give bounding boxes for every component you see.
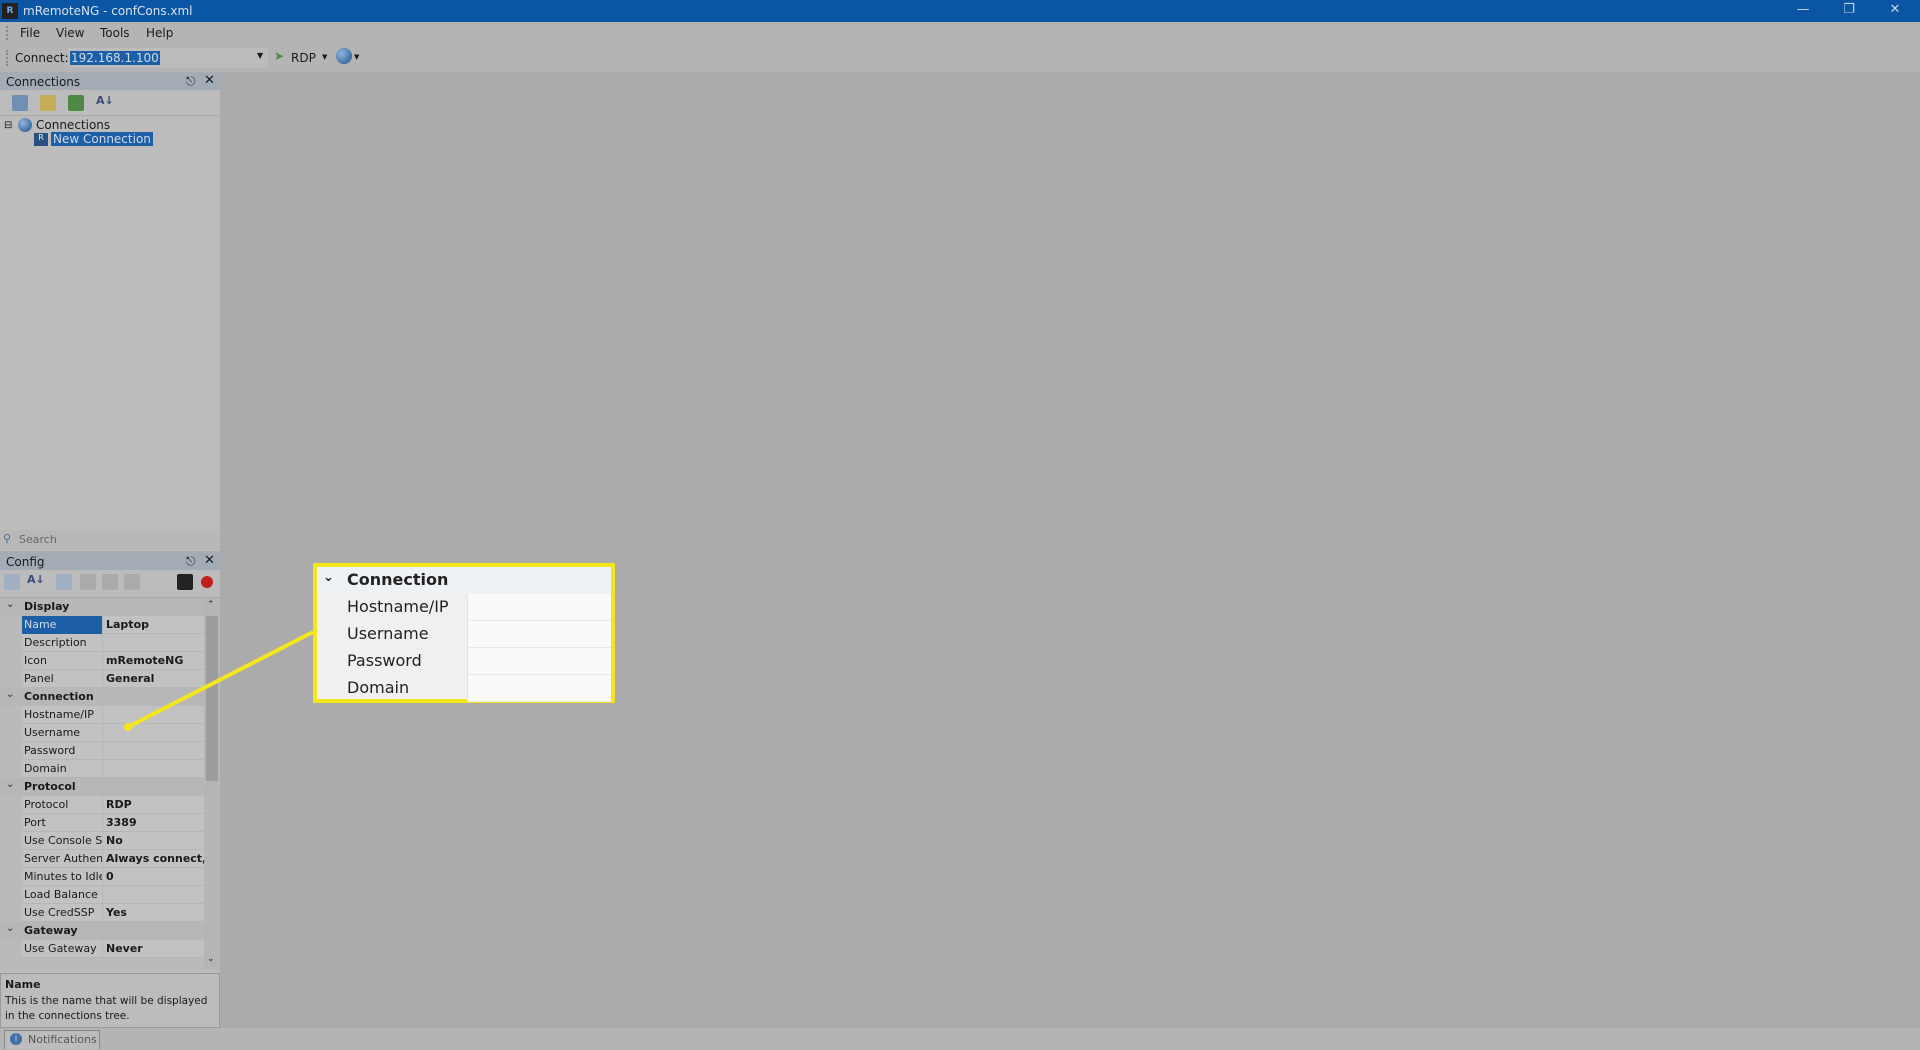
callout-label: Hostname/IP <box>347 597 449 616</box>
callout-category: ⌄ Connection <box>317 567 611 594</box>
callout-zoom-box: ⌄ Connection Hostname/IP Username Passwo… <box>313 563 615 703</box>
callout-value <box>467 621 611 648</box>
callout-label: Domain <box>347 678 410 697</box>
callout-value <box>467 594 611 621</box>
callout-value <box>467 675 611 702</box>
callout-dot <box>124 723 132 731</box>
callout-row: Hostname/IP <box>317 594 611 621</box>
callout-connector <box>124 630 314 731</box>
callout-value <box>467 648 611 675</box>
callout-row: Password <box>317 648 611 675</box>
callout-label: Username <box>347 624 429 643</box>
callout-line <box>127 630 314 729</box>
callout-row: Domain <box>317 675 611 702</box>
chevron-down-icon: ⌄ <box>323 570 334 585</box>
callout-header: Connection <box>347 570 449 589</box>
callout-row: Username <box>317 621 611 648</box>
callout-label: Password <box>347 651 422 670</box>
